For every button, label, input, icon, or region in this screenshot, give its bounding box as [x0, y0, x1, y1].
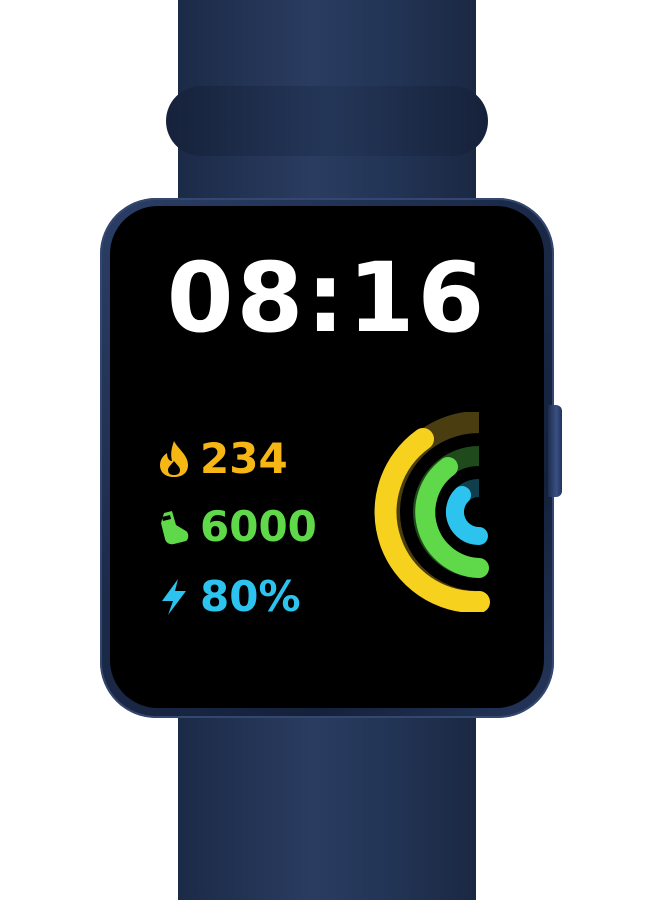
watch-strap-bottom [178, 690, 476, 900]
battery-ring [445, 486, 488, 546]
activity-rings [374, 412, 490, 612]
calories-value: 234 [200, 434, 288, 483]
flame-icon [160, 441, 188, 477]
smartwatch-product-image: 08:16 234 6000 80% [0, 0, 660, 900]
steps-stat: 6000 [156, 502, 317, 552]
battery-stat: 80% [156, 572, 301, 622]
calories-stat: 234 [156, 434, 288, 484]
battery-value: 80% [200, 572, 301, 621]
footprint-icon [161, 511, 189, 545]
lightning-icon [162, 579, 186, 615]
clock-time: 08:16 [166, 242, 488, 354]
side-button [548, 405, 562, 497]
steps-value: 6000 [200, 502, 317, 551]
watch-screen: 08:16 234 6000 80% [110, 206, 544, 708]
strap-connector-top [166, 86, 488, 156]
